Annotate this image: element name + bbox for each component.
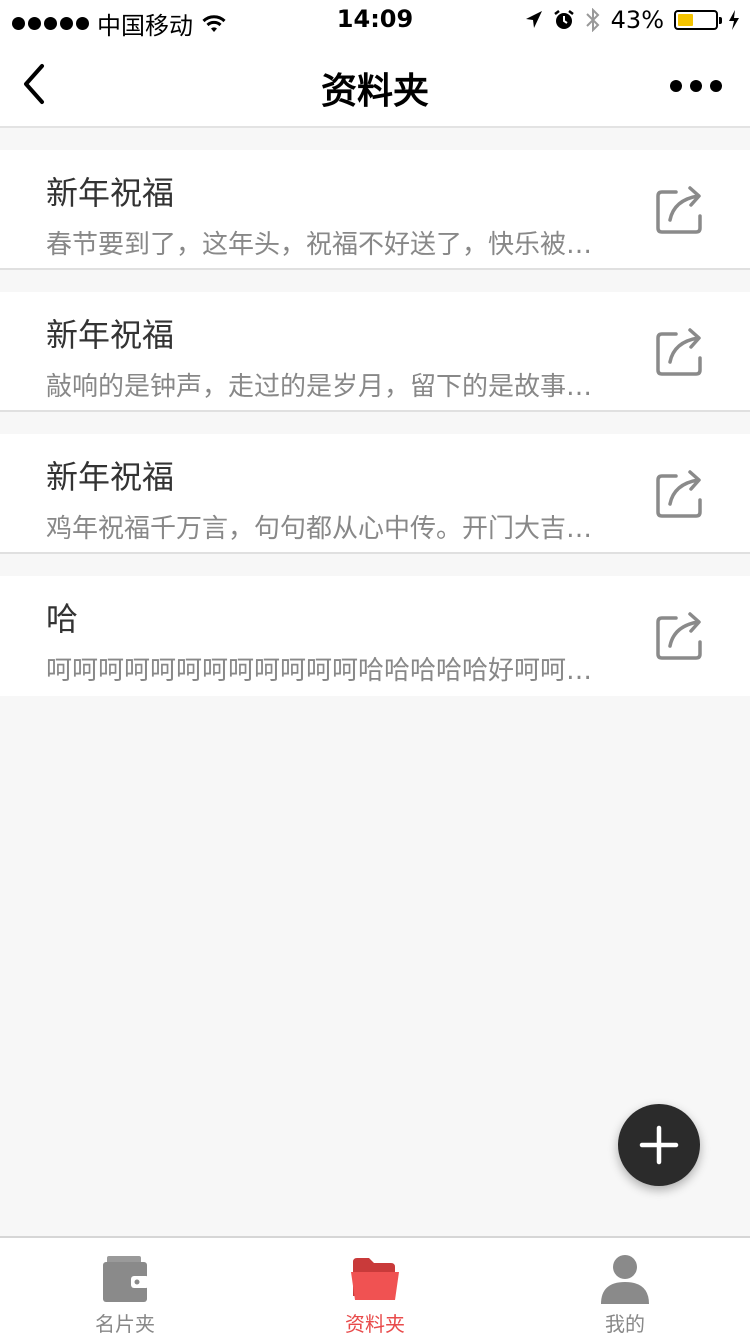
item-summary: 敲响的是钟声，走过的是岁月，留下的是故事… (46, 372, 593, 402)
list-item[interactable]: 哈 呵呵呵呵呵呵呵呵呵呵呵呵哈哈哈哈哈好呵呵… (0, 576, 750, 696)
tab-bar: 名片夹 资料夹 我的 (0, 1236, 750, 1334)
navigation-bar: 资料夹 (0, 40, 750, 128)
item-title: 新年祝福 (46, 174, 175, 212)
more-options-icon[interactable] (670, 80, 722, 92)
list-item[interactable]: 新年祝福 鸡年祝福千万言，句句都从心中传。开门大吉… (0, 434, 750, 554)
share-icon[interactable] (654, 610, 706, 662)
bluetooth-icon (585, 8, 600, 32)
tab-label: 我的 (605, 1312, 645, 1334)
share-icon[interactable] (654, 468, 706, 520)
document-list: 新年祝福 春节要到了，这年头，祝福不好送了，快乐被… 新年祝福 敲响的是钟声，走… (0, 150, 750, 718)
list-item[interactable]: 新年祝福 春节要到了，这年头，祝福不好送了，快乐被… (0, 150, 750, 270)
charging-bolt-icon (729, 10, 739, 30)
tab-folder[interactable]: 资料夹 (250, 1238, 500, 1334)
page-title: 资料夹 (320, 71, 429, 112)
list-item[interactable]: 新年祝福 敲响的是钟声，走过的是岁月，留下的是故事… (0, 292, 750, 412)
item-title: 哈 (46, 600, 79, 638)
battery-percent: 43% (610, 6, 664, 34)
battery-icon (674, 10, 722, 30)
tab-label: 名片夹 (95, 1312, 155, 1334)
location-arrow-icon (525, 11, 542, 28)
tab-card-holder[interactable]: 名片夹 (0, 1238, 250, 1334)
item-title: 新年祝福 (46, 316, 175, 354)
alarm-clock-icon (553, 10, 574, 29)
tab-label: 资料夹 (345, 1312, 405, 1334)
item-summary: 呵呵呵呵呵呵呵呵呵呵呵呵哈哈哈哈哈好呵呵… (46, 656, 593, 686)
plus-icon (639, 1125, 679, 1165)
share-icon[interactable] (654, 184, 706, 236)
item-summary: 春节要到了，这年头，祝福不好送了，快乐被… (46, 230, 593, 260)
share-icon[interactable] (654, 326, 706, 378)
folder-icon (351, 1258, 399, 1300)
item-title: 新年祝福 (46, 458, 175, 496)
wallet-icon (103, 1256, 149, 1302)
add-button[interactable] (618, 1104, 700, 1186)
tab-profile[interactable]: 我的 (500, 1238, 750, 1334)
person-icon (601, 1255, 649, 1304)
status-bar: 中国移动 14:09 43% (0, 0, 750, 40)
item-summary: 鸡年祝福千万言，句句都从心中传。开门大吉… (46, 514, 593, 544)
status-right: 43% (525, 6, 740, 34)
